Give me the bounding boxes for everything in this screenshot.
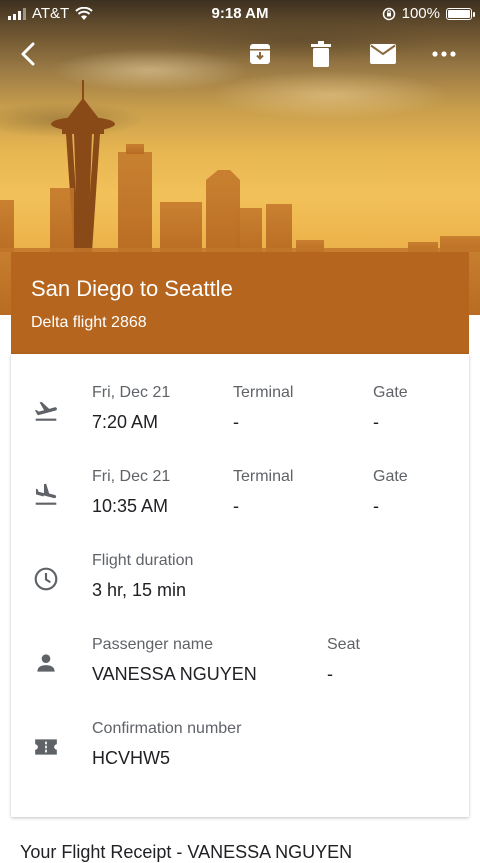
back-button[interactable] <box>10 36 46 72</box>
flight-takeoff-icon <box>34 401 57 421</box>
passenger-row: Passenger name VANESSA NGUYEN Seat - <box>11 626 469 710</box>
duration-value: 3 hr, 15 min <box>92 580 187 600</box>
arrival-row: Fri, Dec 21 10:35 AM Terminal - Gate - <box>11 458 469 542</box>
departure-gate-label: Gate <box>373 384 408 401</box>
confirmation-label: Confirmation number <box>92 720 242 737</box>
confirmation-number: HCVHW5 <box>92 748 171 768</box>
clock-icon <box>34 567 58 591</box>
battery-icon <box>446 7 475 20</box>
arrival-time: 10:35 AM <box>92 496 169 516</box>
departure-date: Fri, Dec 21 <box>92 384 171 401</box>
flight-landing-icon <box>35 483 57 505</box>
departure-terminal: - <box>233 412 239 432</box>
arrival-terminal-label: Terminal <box>233 468 294 485</box>
status-bar: AT&T 9:18 AM 100% <box>0 0 480 28</box>
arrival-terminal: - <box>233 496 239 516</box>
flight-route-title: San Diego to Seattle <box>31 276 233 301</box>
mail-icon <box>370 44 396 64</box>
status-right: 100% <box>382 5 475 22</box>
ticket-icon <box>35 739 57 755</box>
more-icon <box>432 51 456 57</box>
back-arrow-icon <box>21 42 35 66</box>
seat-label: Seat <box>327 636 360 653</box>
trash-icon <box>311 41 331 67</box>
seat-value: - <box>327 664 333 684</box>
passenger-name-label: Passenger name <box>92 636 213 653</box>
battery-percent: 100% <box>401 5 440 22</box>
mark-unread-button[interactable] <box>365 36 401 72</box>
departure-terminal-label: Terminal <box>233 384 294 401</box>
departure-row: Fri, Dec 21 7:20 AM Terminal - Gate - <box>11 374 469 458</box>
person-icon <box>37 654 55 672</box>
more-options-button[interactable] <box>426 36 462 72</box>
departure-gate: - <box>373 412 379 432</box>
archive-icon <box>250 44 270 64</box>
top-toolbar <box>0 36 480 72</box>
email-preview-text[interactable]: Your Flight Receipt - VANESSA NGUYEN <box>20 842 352 863</box>
departure-time: 7:20 AM <box>92 412 159 432</box>
passenger-name: VANESSA NGUYEN <box>92 664 257 684</box>
flight-card-header: San Diego to Seattle Delta flight 2868 <box>11 252 469 354</box>
archive-button[interactable] <box>242 36 278 72</box>
flight-details-card: Fri, Dec 21 7:20 AM Terminal - Gate - Fr… <box>11 354 469 817</box>
flight-number: Delta flight 2868 <box>31 314 147 331</box>
confirmation-row: Confirmation number HCVHW5 <box>11 710 469 794</box>
arrival-gate-label: Gate <box>373 468 408 485</box>
arrival-date: Fri, Dec 21 <box>92 468 171 485</box>
duration-label: Flight duration <box>92 552 194 569</box>
arrival-gate: - <box>373 496 379 516</box>
duration-row: Flight duration 3 hr, 15 min <box>11 542 469 626</box>
delete-button[interactable] <box>303 36 339 72</box>
rotation-lock-icon <box>382 7 395 20</box>
